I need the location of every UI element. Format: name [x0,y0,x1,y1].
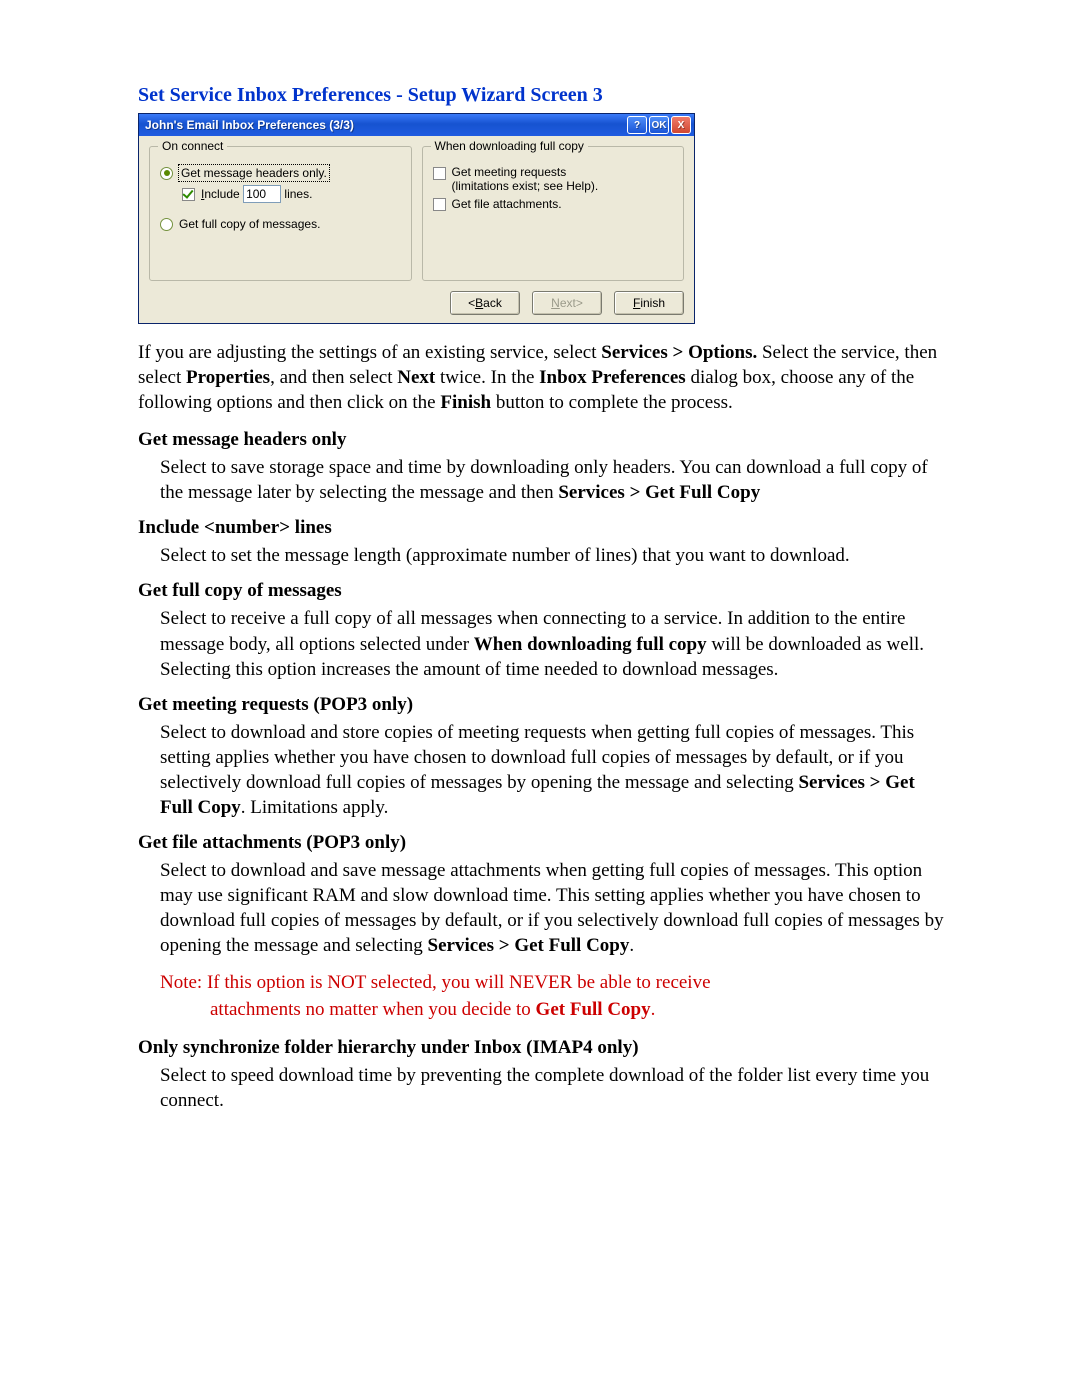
check-meeting-requests[interactable]: Get meeting requests (limitations exist;… [433,165,674,193]
def-full-copy-heading: Get full copy of messages [138,580,945,602]
checkbox-icon [433,167,446,180]
next-button[interactable]: Next> Next [532,291,602,315]
intro-paragraph: If you are adjusting the settings of an … [138,340,945,415]
radio-full-label: Get full copy of messages. [179,217,320,231]
full-copy-legend: When downloading full copy [431,139,588,153]
meeting-requests-label: Get meeting requests (limitations exist;… [452,165,599,193]
wizard-button-row: <Back Back Next> Next Finish Finish [139,287,694,323]
on-connect-legend: On connect [158,139,227,153]
radio-icon [160,218,173,231]
def-file-attachments-heading: Get file attachments (POP3 only) [138,832,945,854]
def-headers-only-heading: Get message headers only [138,429,945,451]
include-pre: IIncludenclude [201,187,240,201]
attachment-warning-note: Note: If this option is NOT selected, yo… [160,970,945,1022]
def-sync-hierarchy-body: Select to speed download time by prevent… [160,1063,945,1113]
full-copy-group: When downloading full copy Get meeting r… [422,146,685,281]
def-full-copy-body: Select to receive a full copy of all mes… [160,606,945,681]
ok-button[interactable]: OK [649,116,669,134]
def-sync-hierarchy-heading: Only synchronize folder hierarchy under … [138,1037,945,1059]
def-file-attachments-body: Select to download and save message atta… [160,858,945,958]
dialog-titlebar: John's Email Inbox Preferences (3/3) ? O… [139,114,694,136]
include-lines-row[interactable]: IIncludenclude 100 lines. [182,185,401,203]
close-button[interactable]: X [671,116,691,134]
def-headers-only-body: Select to save storage space and time by… [160,455,945,505]
check-file-attachments[interactable]: Get file attachments. [433,197,674,211]
back-button[interactable]: <Back Back [450,291,520,315]
inbox-preferences-dialog: John's Email Inbox Preferences (3/3) ? O… [138,113,695,324]
include-lines-input[interactable]: 100 [243,185,281,203]
def-include-lines-body: Select to set the message length (approx… [160,543,945,568]
def-meeting-requests-body: Select to download and store copies of m… [160,720,945,820]
finish-button[interactable]: Finish Finish [614,291,684,315]
dialog-title: John's Email Inbox Preferences (3/3) [145,118,627,132]
radio-full-copy[interactable]: Get full copy of messages. [160,217,401,231]
radio-icon [160,167,173,180]
def-include-lines-heading: Include <number> lines [138,517,945,539]
def-meeting-requests-heading: Get meeting requests (POP3 only) [138,694,945,716]
on-connect-group: On connect Get message headers only. IIn… [149,146,412,281]
help-button[interactable]: ? [627,116,647,134]
include-post: lines. [284,187,312,201]
radio-headers-only[interactable]: Get message headers only. [160,165,401,181]
checkbox-icon [433,198,446,211]
file-attachments-label: Get file attachments. [452,197,562,211]
radio-headers-label: Get message headers only. [179,165,329,181]
checkbox-icon [182,188,195,201]
section-heading: Set Service Inbox Preferences - Setup Wi… [138,84,945,107]
